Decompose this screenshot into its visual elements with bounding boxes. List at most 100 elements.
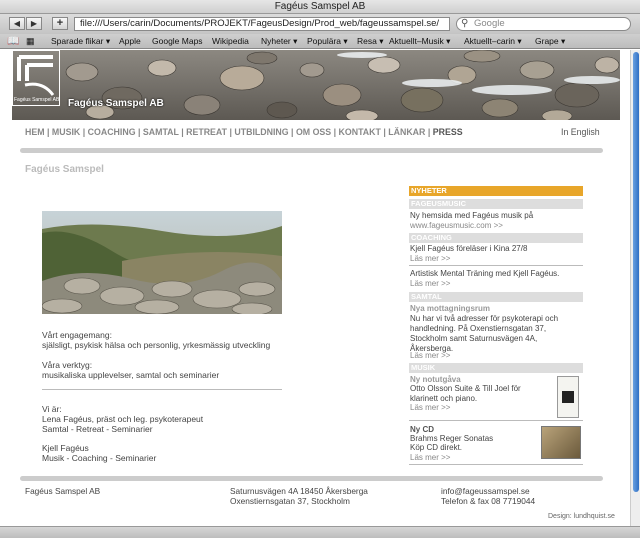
musik-heading: MUSIK (409, 363, 583, 373)
grid-icon[interactable]: ▦ (26, 34, 35, 49)
read-more-link[interactable]: Läs mer >> (410, 351, 450, 360)
fageusmusic-heading: FAGEUSMUSIC (409, 199, 583, 209)
company-name: Fagéus Samspel AB (68, 98, 164, 109)
samtal-text-2: handledning. På Oxenstiernsgatan 37, (410, 324, 547, 333)
person1-name: Lena Fagéus, präst och leg. psykoterapeu… (42, 414, 204, 424)
nav-item-om-oss[interactable]: OM OSS (296, 127, 331, 137)
search-field[interactable]: ⚲ Google (456, 17, 631, 31)
main-nav: HEM | MUSIK | COACHING | SAMTAL | RETREA… (25, 127, 463, 137)
bookmark-item[interactable]: Apple (119, 34, 141, 49)
browser-toolbar: ◀ ▶ + file:///Users/carin/Documents/PROJ… (0, 14, 640, 34)
nav-item-coaching[interactable]: COACHING (88, 127, 136, 137)
coaching-heading: COACHING (409, 233, 583, 243)
back-button[interactable]: ◀ (9, 17, 25, 30)
header-banner: Fagéus Samspel AB Fagéus Samspel AB (12, 50, 620, 120)
musik-subheading-1: Ny notutgåva (410, 375, 461, 384)
bookmark-item[interactable]: Wikipedia (212, 34, 249, 49)
nav-separator: | (135, 127, 143, 137)
samtal-heading: SAMTAL (409, 292, 583, 302)
nav-item-retreat[interactable]: RETREAT (186, 127, 227, 137)
nav-separator: | (178, 127, 187, 137)
page-title: Fagéus Samspel (25, 164, 104, 175)
read-more-link[interactable]: Läs mer >> (410, 254, 450, 263)
engagemang-title: Vårt engagemang: (42, 330, 112, 340)
window-title: Fagéus Samspel AB (0, 0, 640, 14)
person2-name: Kjell Fagéus (42, 443, 89, 453)
footer-address-1: Saturnusvägen 4A 18450 Åkersberga (230, 486, 368, 496)
bookmark-item[interactable]: Sparade flikar ▾ (51, 34, 110, 49)
musik-subheading-2: Ny CD (410, 425, 435, 434)
top-divider-bar (20, 148, 603, 153)
bottom-divider-bar (20, 476, 603, 481)
footer-design-credit[interactable]: Design: lundhquist.se (548, 512, 615, 522)
add-bookmark-button[interactable]: + (52, 17, 68, 30)
bookmark-item[interactable]: Populära ▾ (307, 34, 348, 49)
samtal-text-1: Nu har vi två adresser för psykoterapi o… (410, 314, 559, 323)
nav-item-press[interactable]: PRESS (433, 127, 463, 137)
footer-address-2: Oxenstiernsgatan 37, Stockholm (230, 496, 350, 506)
logo[interactable]: Fagéus Samspel AB (12, 50, 60, 106)
sidebar-divider (409, 265, 583, 266)
nav-separator: | (288, 127, 296, 137)
read-more-link[interactable]: Läs mer >> (410, 279, 450, 288)
bookmark-item[interactable]: Grape ▾ (535, 34, 565, 49)
bookmarks-bar: 📖 ▦ Sparade flikar ▾ Apple Google Maps W… (0, 34, 640, 49)
sidebar-divider (409, 420, 583, 421)
footer-email[interactable]: info@fageussamspel.se (441, 486, 530, 496)
nav-item-utbildning[interactable]: UTBILDNING (234, 127, 288, 137)
bookmark-item[interactable]: Nyheter ▾ (261, 34, 297, 49)
chevron-down-icon: ▾ (341, 36, 348, 46)
fageusmusic-text: Ny hemsida med Fagéus musik på (410, 211, 534, 220)
scrollbar-thumb[interactable] (633, 52, 639, 492)
person2-role: Musik - Coaching - Seminarier (42, 453, 157, 463)
bookmark-item[interactable]: Resa ▾ (357, 34, 383, 49)
nyheter-heading: NYHETER (409, 186, 583, 196)
engagemang-text: själsligt, psykisk hälsa och personlig, … (42, 340, 271, 350)
verktyg-text: musikaliska upplevelser, samtal och semi… (42, 370, 220, 380)
footer-phone: Telefon & fax 08 7719044 (441, 496, 536, 506)
forward-button[interactable]: ▶ (26, 17, 42, 30)
coaching-news-2: Artistisk Mental Träning med Kjell Fagéu… (410, 269, 560, 278)
chevron-down-icon: ▾ (376, 36, 384, 46)
book-icon[interactable]: 📖 (7, 34, 19, 49)
chevron-down-icon: ▾ (443, 36, 451, 46)
language-link[interactable]: In English (561, 127, 600, 137)
nav-item-hem[interactable]: HEM (25, 127, 45, 137)
stones-banner-image (12, 50, 620, 120)
nav-item-kontakt[interactable]: KONTAKT (339, 127, 381, 137)
musik-text-1: Otto Olsson Suite & Till Joel för (410, 384, 521, 393)
nav-separator: | (44, 127, 52, 137)
landscape-photo (42, 211, 282, 314)
search-icon: ⚲ (461, 18, 469, 29)
logo-text: Fagéus Samspel AB (14, 97, 60, 103)
vi-ar-title: Vi är: (42, 404, 62, 414)
bookmark-item[interactable]: Aktuellt–carin ▾ (464, 34, 522, 49)
person1-role: Samtal - Retreat - Seminarier (42, 424, 153, 434)
content-divider (42, 389, 282, 390)
nav-item-lankar[interactable]: LÄNKAR (388, 127, 425, 137)
nav-item-musik[interactable]: MUSIK (52, 127, 80, 137)
cd-cover[interactable] (541, 426, 581, 459)
coaching-news-1: Kjell Fagéus föreläser i Kina 27/8 (410, 244, 528, 253)
samtal-text-3: Stockholm samt Saturnusvägen 4A, (410, 334, 538, 343)
bookmark-item[interactable]: Aktuellt–Musik ▾ (389, 34, 450, 49)
read-more-link[interactable]: Läs mer >> (410, 453, 450, 462)
musik-text-4: Köp CD direkt. (410, 443, 463, 452)
nav-item-samtal[interactable]: SAMTAL (143, 127, 179, 137)
fageusmusic-link[interactable]: www.fageusmusic.com >> (410, 221, 503, 230)
chevron-down-icon: ▾ (103, 36, 111, 46)
footer-company: Fagéus Samspel AB (25, 486, 101, 496)
search-placeholder: Google (474, 18, 505, 29)
nav-separator: | (331, 127, 339, 137)
sidebar-divider (409, 464, 583, 465)
vertical-scrollbar[interactable] (630, 50, 640, 526)
verktyg-title: Våra verktyg: (42, 360, 93, 370)
sheet-music-cover[interactable] (557, 376, 579, 418)
samtal-subheading: Nya mottagningsrum (410, 304, 491, 313)
address-bar[interactable]: file:///Users/carin/Documents/PROJEKT/Fa… (74, 17, 450, 31)
chevron-down-icon: ▾ (515, 36, 522, 46)
nav-separator: | (80, 127, 88, 137)
read-more-link[interactable]: Läs mer >> (410, 403, 450, 412)
status-bar (0, 526, 640, 538)
bookmark-item[interactable]: Google Maps (152, 34, 203, 49)
